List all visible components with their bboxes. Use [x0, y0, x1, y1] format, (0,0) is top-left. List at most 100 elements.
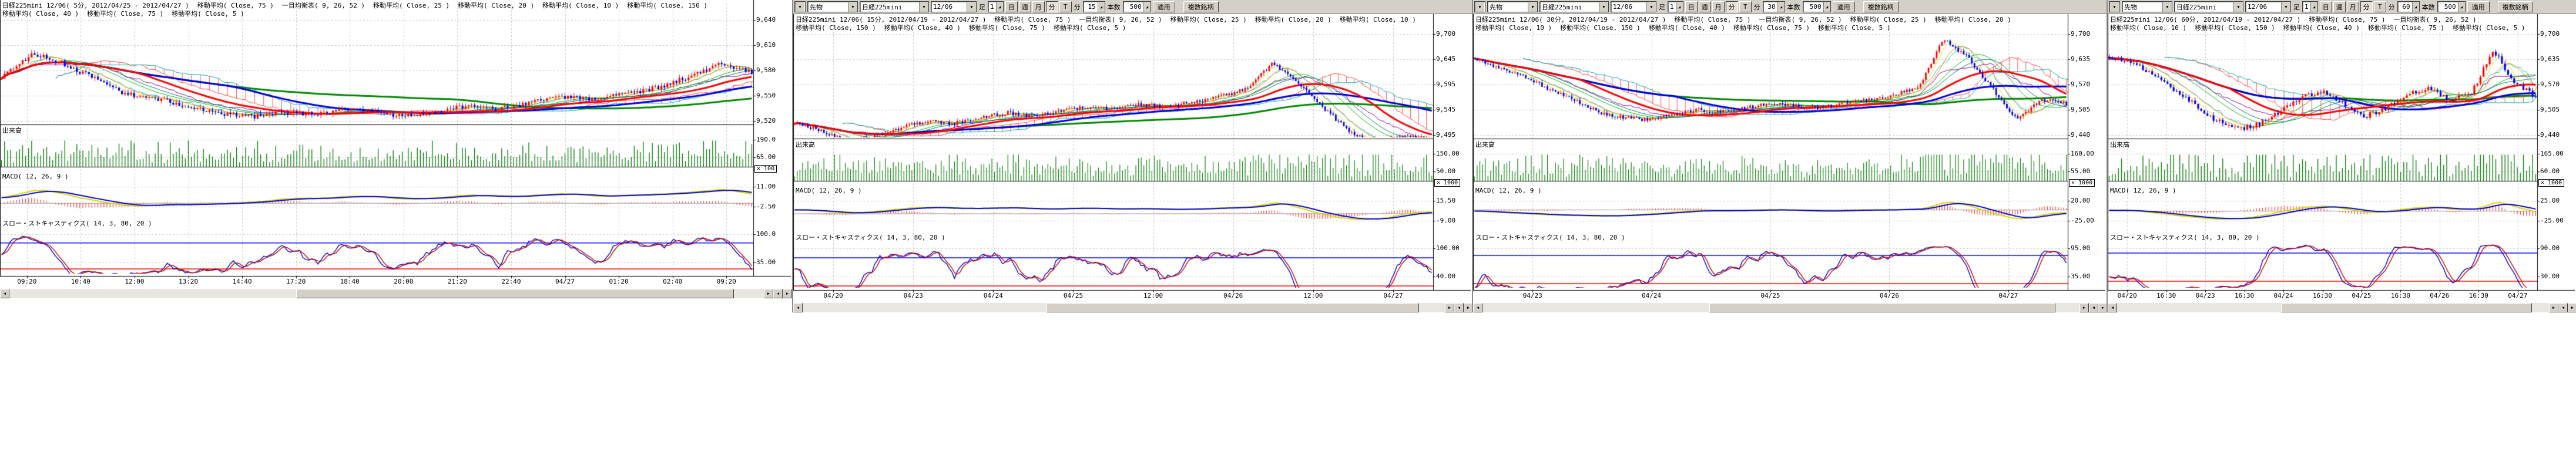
minutes-spinbox[interactable]: 30◢: [1763, 1, 1785, 12]
period-button[interactable]: 分: [2360, 1, 2373, 12]
bars-spinbox[interactable]: 500◢: [1803, 1, 1831, 12]
mini-combo[interactable]: ▼: [1474, 1, 1485, 12]
contract-select[interactable]: 12/06▼: [931, 1, 977, 12]
indicator-label: 移動平均( Close, 150 ): [796, 23, 876, 32]
scroll-left-icon[interactable]: ◀: [793, 303, 803, 312]
price-axis-label: 9,635: [2540, 55, 2560, 63]
time-axis-label: 12:00: [1141, 292, 1166, 299]
horizontal-scrollbar[interactable]: ◀ ▶ ◀ ▶: [1473, 303, 2108, 312]
contract-select[interactable]: 12/06▼: [1611, 1, 1656, 12]
minutes-spinbox[interactable]: 60◢: [2397, 1, 2420, 12]
macd-axis-label: 25.00: [2540, 197, 2560, 204]
price-chart-canvas[interactable]: [793, 14, 1471, 303]
spinner-button-icon[interactable]: ◢: [1823, 2, 1830, 12]
scrollbar-track[interactable]: [9, 289, 764, 298]
market-select[interactable]: 先物▼: [807, 1, 858, 12]
scrollbar-track[interactable]: [2117, 303, 2549, 312]
volume-axis-label: 150.00: [1436, 150, 1460, 157]
scroll-left-icon[interactable]: ◀: [2089, 303, 2098, 312]
market-select[interactable]: 先物▼: [1487, 1, 1538, 12]
scrollbar-thumb[interactable]: [1709, 303, 2055, 312]
period-button[interactable]: 月: [2347, 1, 2359, 12]
period-button[interactable]: 分: [1046, 1, 1058, 12]
bars-spinbox[interactable]: 500◢: [2437, 1, 2466, 12]
time-axis-label: 09:20: [713, 278, 739, 285]
spinner-button-icon[interactable]: ◢: [1676, 2, 1683, 12]
scrollbar-track[interactable]: [1482, 303, 2079, 312]
spinner-button-icon[interactable]: ◢: [2458, 2, 2465, 12]
horizontal-scrollbar[interactable]: ◀ ▶ ◀ ▶: [0, 289, 792, 298]
spinner-button-icon[interactable]: ◢: [2310, 2, 2317, 12]
spinner-button-icon[interactable]: ◢: [2412, 2, 2419, 12]
period-button[interactable]: T: [2374, 1, 2386, 12]
scrollbar-thumb[interactable]: [296, 289, 734, 298]
period-button[interactable]: 週: [2333, 1, 2346, 12]
period-button[interactable]: T: [1739, 1, 1752, 12]
minutes-spinbox[interactable]: 15◢: [1083, 1, 1105, 12]
contract-select[interactable]: 12/06▼: [2245, 1, 2291, 12]
symbol-select[interactable]: 日経225mini▼: [2174, 1, 2243, 12]
indicator-label: 移動平均( Close, 20 ): [458, 1, 534, 10]
scroll-right-icon[interactable]: ▶: [783, 289, 792, 298]
symbol-select[interactable]: 日経225mini▼: [1539, 1, 1609, 12]
scrollbar-thumb[interactable]: [2281, 303, 2531, 312]
multi-symbol-button[interactable]: 複数銘柄: [1863, 1, 1899, 12]
scroll-left-icon[interactable]: ◀: [1473, 303, 1482, 312]
market-select-value: 先物: [810, 2, 848, 12]
price-chart-canvas[interactable]: [2108, 14, 2575, 303]
tick-spinbox[interactable]: 1◢: [1668, 1, 1683, 12]
horizontal-scrollbar[interactable]: ◀ ▶ ◀ ▶: [793, 303, 1473, 312]
spinner-button-icon[interactable]: ◢: [1098, 2, 1105, 12]
spinner-button-icon[interactable]: ◢: [1777, 2, 1785, 12]
scroll-right-icon[interactable]: ▶: [2549, 303, 2558, 312]
volume-multiplier-badge: × 1000: [2538, 179, 2564, 187]
scroll-left-icon[interactable]: ◀: [1454, 303, 1464, 312]
apply-button[interactable]: 適用: [1153, 1, 1175, 12]
apply-button[interactable]: 適用: [2467, 1, 2490, 12]
period-button[interactable]: 日: [1005, 1, 1018, 12]
period-button[interactable]: T: [1059, 1, 1072, 12]
bars-spinbox[interactable]: 500◢: [1123, 1, 1151, 12]
horizontal-scrollbar[interactable]: ◀ ▶ ◀ ▶: [2108, 303, 2576, 312]
tick-spinbox[interactable]: 1◢: [988, 1, 1004, 12]
apply-button[interactable]: 適用: [1833, 1, 1855, 12]
price-axis-label: 9,550: [756, 92, 776, 99]
time-axis-label: 04/23: [1520, 292, 1545, 299]
scroll-left-icon[interactable]: ◀: [0, 289, 9, 298]
scroll-right-icon[interactable]: ▶: [1445, 303, 1454, 312]
scroll-left-icon[interactable]: ◀: [2108, 303, 2117, 312]
period-button[interactable]: 週: [1019, 1, 1031, 12]
symbol-select[interactable]: 日経225mini▼: [860, 1, 929, 12]
time-axis-label: 12:00: [1300, 292, 1326, 299]
market-select[interactable]: 先物▼: [2122, 1, 2172, 12]
price-axis-label: 9,570: [2540, 80, 2560, 88]
price-chart-canvas[interactable]: [1473, 14, 2105, 303]
price-chart-canvas[interactable]: [0, 0, 791, 289]
scrollbar-thumb[interactable]: [1046, 303, 1419, 312]
time-axis-label: 04/23: [2192, 292, 2218, 299]
scroll-left-icon[interactable]: ◀: [2558, 303, 2568, 312]
stoch-label: スロー・ストキャスティクス( 14, 3, 80, 20 ): [2110, 233, 2260, 242]
chevron-down-icon: ▼: [795, 2, 804, 12]
scroll-left-icon[interactable]: ◀: [773, 289, 783, 298]
period-button[interactable]: 週: [1699, 1, 1711, 12]
period-button[interactable]: 分: [1726, 1, 1738, 12]
minutes-spinbox-value: 15: [1084, 3, 1098, 11]
period-button[interactable]: 日: [1685, 1, 1698, 12]
multi-symbol-button[interactable]: 複数銘柄: [1183, 1, 1219, 12]
scrollbar-track[interactable]: [803, 303, 1445, 312]
tick-spinbox[interactable]: 1◢: [2302, 1, 2318, 12]
period-button[interactable]: 日: [2320, 1, 2332, 12]
price-axis-label: 9,700: [2071, 30, 2090, 38]
scroll-right-icon[interactable]: ▶: [2568, 303, 2576, 312]
spinner-button-icon[interactable]: ◢: [1143, 2, 1151, 12]
time-axis-label: 04/25: [2349, 292, 2374, 299]
period-button[interactable]: 月: [1712, 1, 1725, 12]
scroll-right-icon[interactable]: ▶: [2079, 303, 2089, 312]
scroll-right-icon[interactable]: ▶: [764, 289, 773, 298]
period-button[interactable]: 月: [1032, 1, 1045, 12]
mini-combo[interactable]: ▼: [2109, 1, 2120, 12]
mini-combo[interactable]: ▼: [794, 1, 806, 12]
spinner-button-icon[interactable]: ◢: [996, 2, 1003, 12]
multi-symbol-button[interactable]: 複数銘柄: [2498, 1, 2533, 12]
